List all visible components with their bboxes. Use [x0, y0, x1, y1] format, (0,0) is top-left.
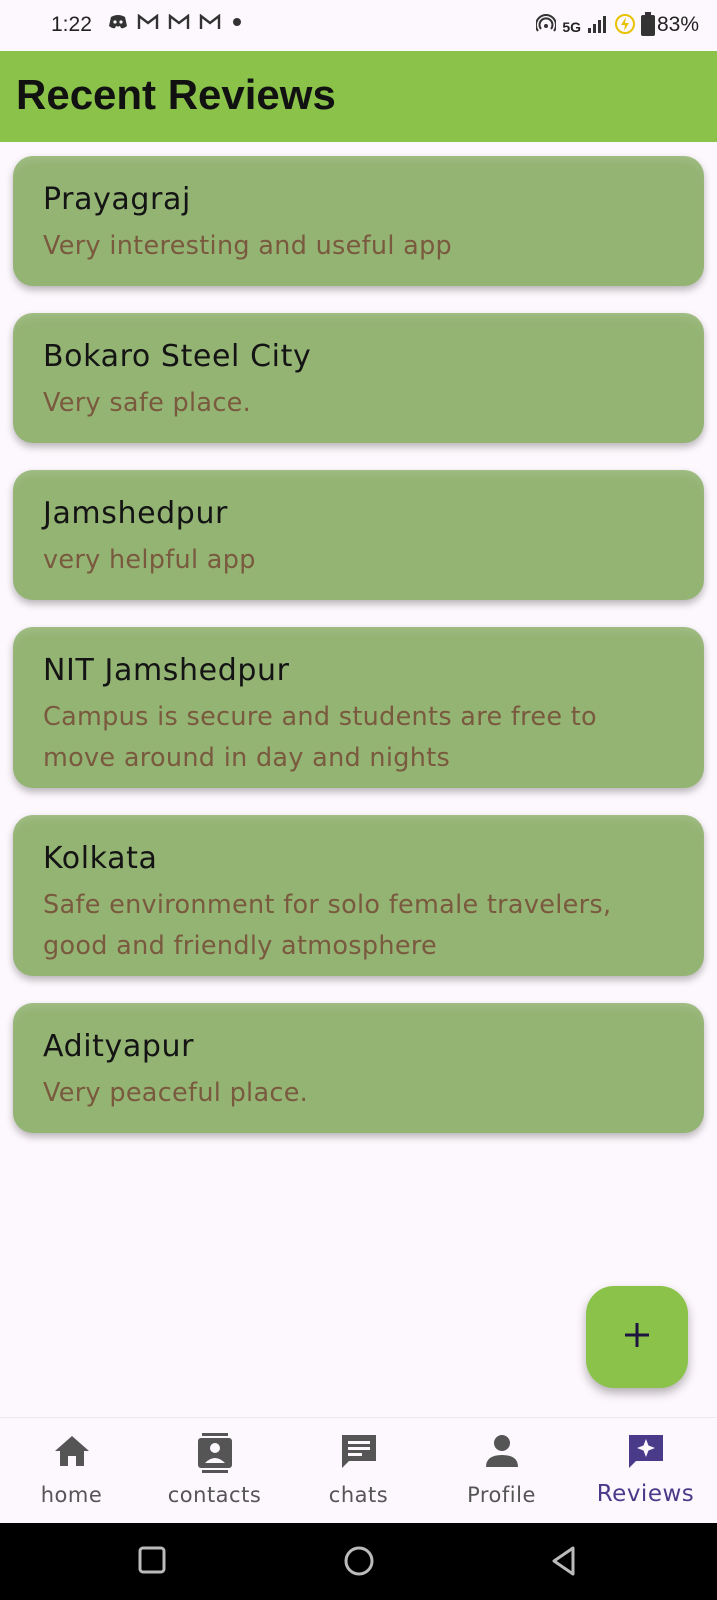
review-place: Bokaro Steel City — [43, 339, 312, 374]
review-card[interactable]: Prayagraj Very interesting and useful ap… — [13, 156, 704, 286]
discord-icon — [108, 14, 128, 30]
home-button[interactable] — [342, 1545, 376, 1581]
review-comment: Very interesting and useful app — [43, 231, 453, 261]
screen: 1:22 5G 83% Recent Reviews Prayagraj Ver… — [0, 0, 717, 1600]
review-comment: Very peaceful place. — [43, 1078, 309, 1108]
notification-icons — [108, 14, 244, 30]
nav-item-reviews[interactable]: Reviews — [574, 1418, 717, 1524]
dot-icon — [230, 15, 244, 29]
person-icon — [484, 1433, 520, 1473]
gmail-icon — [137, 14, 159, 30]
nav-item-home[interactable]: home — [0, 1418, 143, 1524]
battery-icon — [641, 12, 655, 42]
page-title: Recent Reviews — [16, 71, 336, 118]
nav-label: Reviews — [596, 1481, 695, 1507]
status-time: 1:22 — [51, 13, 92, 36]
add-review-button[interactable] — [586, 1286, 688, 1388]
app-bar: Recent Reviews — [0, 51, 717, 142]
review-comment: very helpful app — [43, 545, 256, 575]
status-bar: 1:22 5G 83% — [0, 0, 717, 51]
chat-icon — [339, 1433, 379, 1475]
nav-item-chats[interactable]: chats — [287, 1418, 430, 1524]
bottom-nav: home contacts chats Profile Reviews — [0, 1417, 717, 1523]
review-place: Jamshedpur — [43, 496, 228, 531]
nav-label: chats — [328, 1483, 389, 1507]
review-card[interactable]: NIT Jamshedpur Campus is secure and stud… — [13, 627, 704, 788]
review-place: Kolkata — [43, 841, 158, 876]
nav-label: contacts — [167, 1483, 262, 1507]
plus-icon — [623, 1321, 651, 1353]
review-comment: Campus is secure and students are free t… — [43, 702, 597, 773]
review-place: NIT Jamshedpur — [43, 653, 290, 688]
review-comment: Safe environment for solo female travele… — [43, 890, 612, 961]
system-nav-bar — [0, 1523, 717, 1600]
nav-item-contacts[interactable]: contacts — [143, 1418, 286, 1524]
reviews-icon — [626, 1433, 666, 1475]
review-card[interactable]: Jamshedpur very helpful app — [13, 470, 704, 600]
review-comment: Very safe place. — [43, 388, 252, 418]
gmail-icon — [199, 14, 221, 30]
back-button[interactable] — [549, 1545, 579, 1581]
network-type: 5G — [562, 19, 581, 35]
signal-icon — [587, 14, 609, 40]
recents-button[interactable] — [137, 1545, 167, 1579]
nav-label: home — [40, 1483, 103, 1507]
review-place: Adityapur — [43, 1029, 195, 1064]
review-place: Prayagraj — [43, 182, 191, 217]
review-card[interactable]: Adityapur Very peaceful place. — [13, 1003, 704, 1133]
hotspot-icon — [535, 14, 558, 40]
charging-icon — [615, 14, 635, 40]
review-card[interactable]: Kolkata Safe environment for solo female… — [13, 815, 704, 976]
system-status-icons: 5G — [535, 12, 655, 42]
gmail-icon — [168, 14, 190, 30]
home-icon — [53, 1433, 91, 1473]
battery-percent: 83% — [656, 13, 699, 36]
nav-item-profile[interactable]: Profile — [430, 1418, 573, 1524]
nav-label: Profile — [467, 1483, 536, 1507]
review-card[interactable]: Bokaro Steel City Very safe place. — [13, 313, 704, 443]
contacts-icon — [196, 1433, 234, 1477]
